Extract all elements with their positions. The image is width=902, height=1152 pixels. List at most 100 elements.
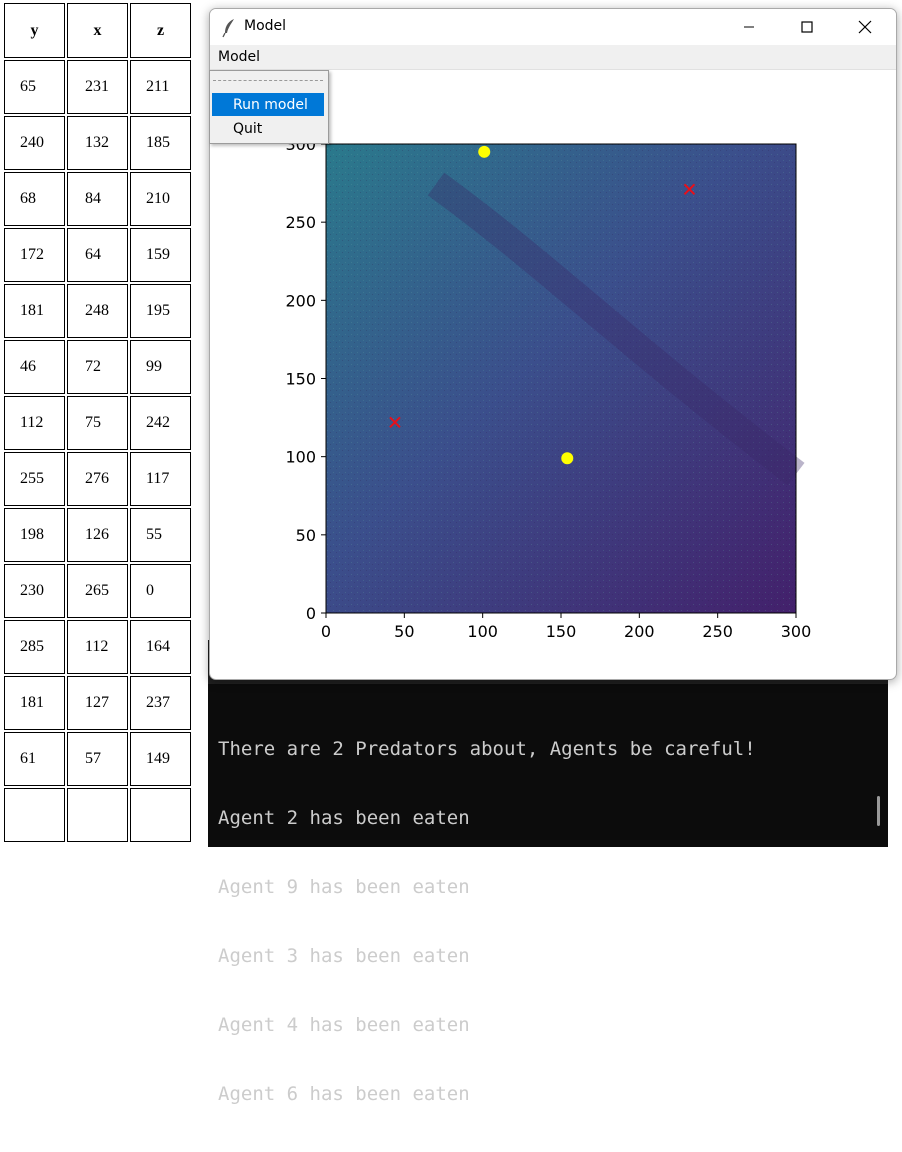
minimize-button[interactable] (726, 9, 772, 45)
table-cell-x: 75 (67, 396, 128, 450)
table-row: 240 132 185 (4, 116, 191, 170)
header-x: x (67, 3, 128, 58)
table-cell-z: 55 (130, 508, 191, 562)
table-row: 65 231 211 (4, 60, 191, 114)
table-cell-y: 181 (4, 676, 65, 730)
y-tick-label: 150 (285, 370, 316, 389)
menu-bar: Model (210, 45, 896, 70)
table-cell-x: 126 (67, 508, 128, 562)
y-tick-label: 200 (285, 291, 316, 310)
menu-item-quit[interactable]: Quit (212, 117, 324, 140)
agent-point (478, 145, 491, 158)
close-icon (858, 20, 872, 34)
table-row: 255 276 117 (4, 452, 191, 506)
table-cell-z: 164 (130, 620, 191, 674)
table-cell-x: 248 (67, 284, 128, 338)
window-title: Model (244, 18, 287, 34)
table-cell-z: 195 (130, 284, 191, 338)
menu-model[interactable]: Model (210, 45, 268, 69)
table-cell-z: 185 (130, 116, 191, 170)
x-tick-label: 100 (467, 622, 498, 641)
table-cell-y: 68 (4, 172, 65, 226)
table-cell-x: 132 (67, 116, 128, 170)
table-cell-y: 61 (4, 732, 65, 786)
header-z: z (130, 3, 191, 58)
table-header-row: y x z (4, 3, 191, 58)
tearoff-line[interactable] (213, 80, 323, 81)
table-cell-z: 211 (130, 60, 191, 114)
table-cell-z: 237 (130, 676, 191, 730)
y-tick-label: 100 (285, 448, 316, 467)
menu-item-run-model[interactable]: Run model (212, 93, 324, 116)
table-cell-y: 65 (4, 60, 65, 114)
data-table: y x z 65 231 211 240 132 185 68 84 210 172 64 159 18… (0, 0, 209, 847)
table-cell-z: 159 (130, 228, 191, 282)
table-cell-y: 172 (4, 228, 65, 282)
terminal-line: Agent 9 has been eaten (218, 876, 470, 898)
terminal-line: There are 2 Predators about, Agents be c… (218, 738, 756, 760)
close-button[interactable] (842, 9, 888, 45)
table-cell-partial (67, 788, 128, 842)
table-row-partial (4, 788, 191, 842)
scatter-chart: 0 50 100 150 200 250 300050100150200250300 (285, 135, 812, 641)
table-row: 181 248 195 (4, 284, 191, 338)
x-tick-label: 300 (781, 622, 812, 641)
x-tick-label: 150 (546, 622, 577, 641)
table-row: 112 75 242 (4, 396, 191, 450)
maximize-button[interactable] (784, 9, 830, 45)
feather-icon (222, 19, 234, 38)
table-cell-x: 72 (67, 340, 128, 394)
table-cell-z: 210 (130, 172, 191, 226)
table-cell-z: 0 (130, 564, 191, 618)
table-cell-y: 198 (4, 508, 65, 562)
table-cell-z: 117 (130, 452, 191, 506)
terminal-output: There are 2 Predators about, Agents be c… (218, 692, 756, 1152)
table-cell-x: 231 (67, 60, 128, 114)
terminal-line: Agent 2 has been eaten (218, 807, 470, 829)
table-cell-y: 46 (4, 340, 65, 394)
x-tick-label: 200 (624, 622, 655, 641)
table-cell-z: 149 (130, 732, 191, 786)
terminal-line: Agent 6 has been eaten (218, 1083, 470, 1105)
table-row: 46 72 99 (4, 340, 191, 394)
table-row: 198 126 55 (4, 508, 191, 562)
y-tick-label: 0 (306, 604, 316, 623)
table-cell-x: 276 (67, 452, 128, 506)
table-cell-x: 64 (67, 228, 128, 282)
model-dropdown-menu: Run model Quit (209, 70, 329, 144)
table-cell-x: 84 (67, 172, 128, 226)
y-tick-label: 50 (296, 526, 316, 545)
terminal-scrollbar[interactable] (877, 796, 880, 826)
table-cell-x: 265 (67, 564, 128, 618)
table-cell-y: 240 (4, 116, 65, 170)
maximize-icon (801, 21, 813, 33)
table-cell-y: 181 (4, 284, 65, 338)
x-tick-label: 50 (394, 622, 414, 641)
table-row: 61 57 149 (4, 732, 191, 786)
table-cell-y: 230 (4, 564, 65, 618)
agent-point (561, 452, 574, 465)
heatmap-texture (326, 144, 796, 613)
x-tick-label: 0 (321, 622, 331, 641)
table-cell-z: 99 (130, 340, 191, 394)
table-cell-y: 112 (4, 396, 65, 450)
table-row: 172 64 159 (4, 228, 191, 282)
header-y: y (4, 3, 65, 58)
table-body: 65 231 211 240 132 185 68 84 210 172 64 159 181 248 19… (4, 60, 191, 842)
x-tick-label: 250 (702, 622, 733, 641)
terminal-line: Agent 4 has been eaten (218, 1014, 470, 1036)
table-cell-x: 112 (67, 620, 128, 674)
minimize-icon (744, 26, 754, 28)
table-cell-y: 255 (4, 452, 65, 506)
title-bar[interactable]: Model (210, 9, 896, 45)
table-cell-z: 242 (130, 396, 191, 450)
table-cell-partial (4, 788, 65, 842)
table-row: 285 112 164 (4, 620, 191, 674)
table-cell-x: 127 (67, 676, 128, 730)
terminal-line: Agent 3 has been eaten (218, 945, 470, 967)
table-cell-partial (130, 788, 191, 842)
table-row: 68 84 210 (4, 172, 191, 226)
y-tick-label: 250 (285, 213, 316, 232)
table-row: 230 265 0 (4, 564, 191, 618)
table-cell-y: 285 (4, 620, 65, 674)
